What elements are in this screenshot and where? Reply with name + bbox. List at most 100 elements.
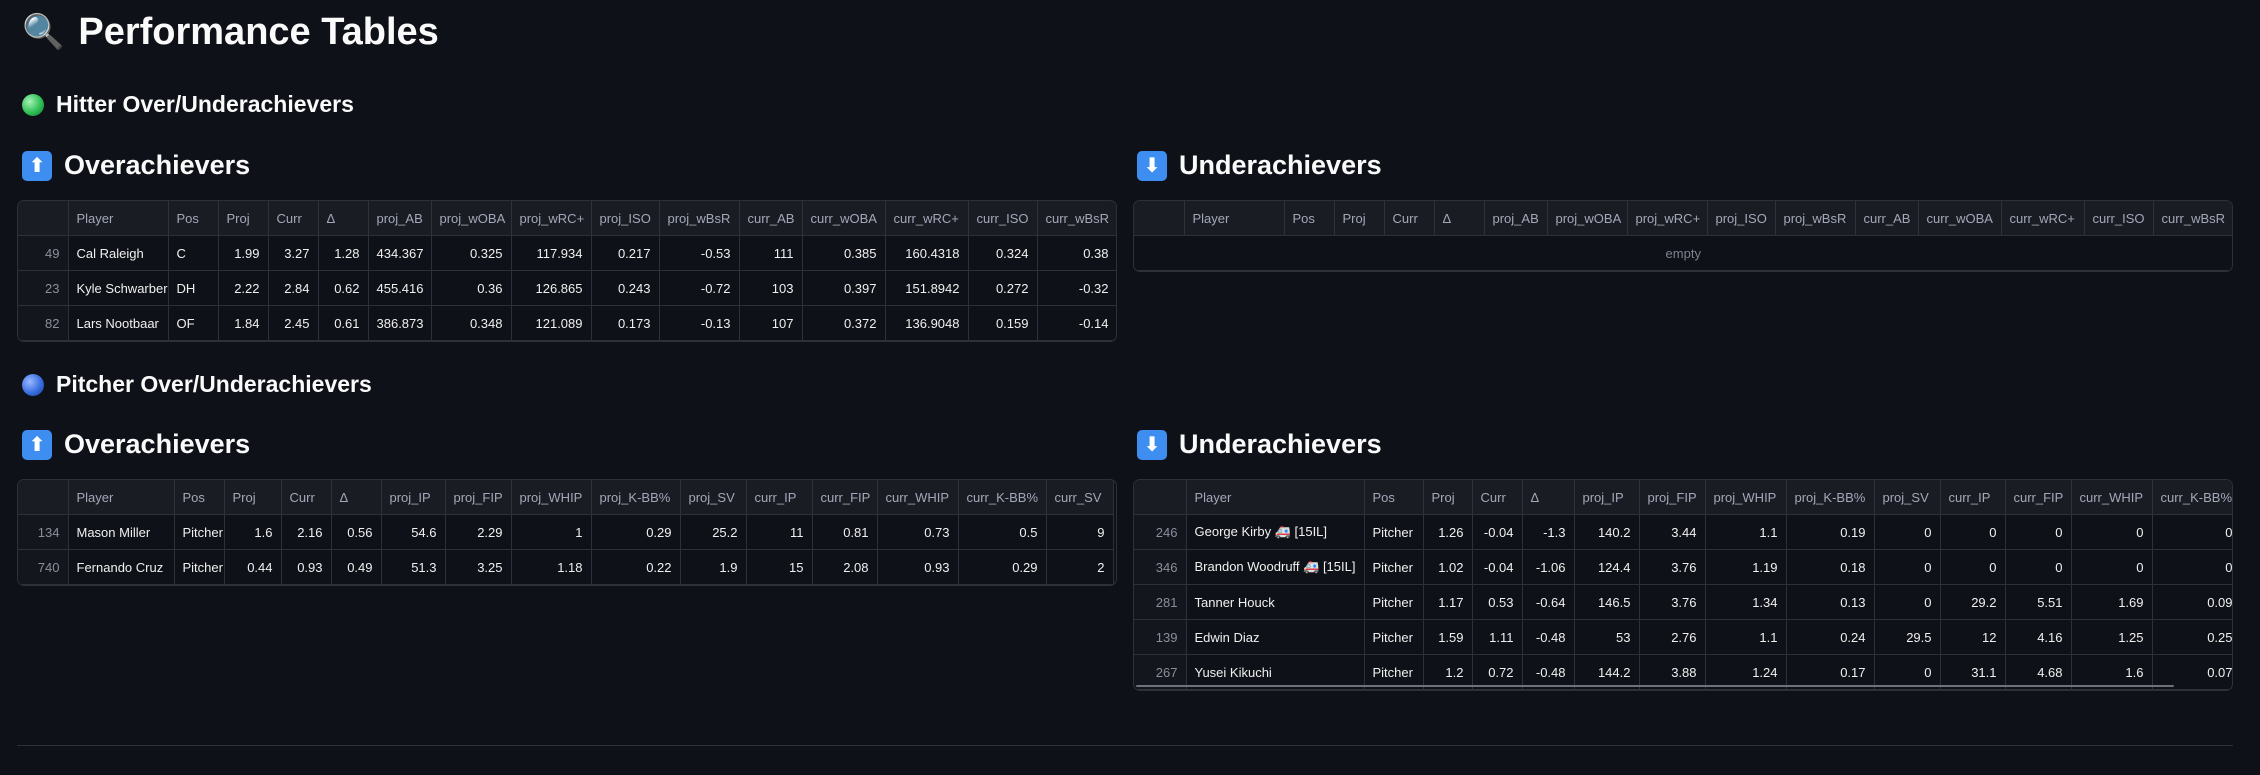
table-row[interactable]: 23 Kyle Schwarber DH 2.22 2.84 0.62 455.416 0.3… (18, 270, 1116, 306)
table-cell[interactable]: 0.22 (591, 549, 681, 585)
table-cell[interactable]: 0.173 (591, 305, 660, 341)
table-cell[interactable]: Tanner Houck (1186, 584, 1365, 620)
table-cell[interactable]: -0.64 (1522, 584, 1575, 620)
column-header[interactable]: proj_SV (1874, 480, 1941, 515)
table-cell[interactable]: 15 (746, 549, 813, 585)
table-cell[interactable]: 2.22 (218, 270, 269, 306)
column-header[interactable]: curr_SV (1046, 480, 1114, 515)
table-cell[interactable]: 126.865 (511, 270, 592, 306)
column-header[interactable]: proj_wOBA (1547, 201, 1628, 236)
table-cell[interactable]: -0.32 (1037, 270, 1116, 306)
table-cell[interactable]: 1.18 (511, 549, 592, 585)
table-cell[interactable]: 0 (1874, 584, 1941, 620)
table-cell[interactable]: 0 (1874, 549, 1941, 585)
table-cell[interactable]: 2 (1046, 549, 1114, 585)
column-header[interactable]: Player (68, 480, 175, 515)
table-cell[interactable]: DH (168, 270, 219, 306)
column-header[interactable]: proj_ISO (591, 201, 660, 236)
table-cell[interactable]: 25.2 (680, 514, 747, 550)
column-header[interactable]: Curr (1472, 480, 1523, 515)
column-header[interactable]: proj_wRC+ (511, 201, 592, 236)
column-header[interactable]: proj_wRC+ (1627, 201, 1708, 236)
column-header[interactable]: proj_WHIP (511, 480, 592, 515)
table-cell[interactable]: 1.59 (1423, 619, 1473, 655)
column-header[interactable]: curr_wBsR (2153, 201, 2232, 236)
table-cell[interactable]: -1.3 (1522, 514, 1575, 550)
table-cell[interactable]: 0.18 (1786, 549, 1875, 585)
table-cell[interactable]: 0 (1874, 514, 1941, 550)
table-row[interactable]: 281 Tanner Houck Pitcher 1.17 0.53 -0.64 146.5… (1134, 584, 2232, 620)
table-cell[interactable]: 54.6 (381, 514, 446, 550)
row-index[interactable]: 281 (1134, 584, 1187, 620)
table-cell[interactable]: 103 (739, 270, 803, 306)
table-cell[interactable]: -0.04 (1472, 549, 1523, 585)
table-cell[interactable]: 151.8942 (885, 270, 969, 306)
table-cell[interactable]: 0.62 (318, 270, 369, 306)
table-cell[interactable]: 9 (1046, 514, 1114, 550)
table-cell[interactable]: 29.2 (1940, 584, 2006, 620)
table-cell[interactable]: 0.81 (812, 514, 878, 550)
table-cell[interactable]: 1.69 (2071, 584, 2153, 620)
table-cell[interactable]: 455.416 (368, 270, 432, 306)
column-header[interactable]: Δ (1522, 480, 1575, 515)
table-cell[interactable]: 1.1 (1705, 619, 1787, 655)
table-cell[interactable]: 107 (739, 305, 803, 341)
table-cell[interactable]: Kyle Schwarber (68, 270, 169, 306)
column-header[interactable]: curr_ISO (968, 201, 1038, 236)
table-cell[interactable]: 140.2 (1574, 514, 1640, 550)
table-cell[interactable]: 0 (1940, 514, 2006, 550)
table-cell[interactable]: 0 (2005, 514, 2072, 550)
horizontal-scrollbar[interactable] (1136, 685, 2174, 687)
column-header[interactable]: Proj (1334, 201, 1385, 236)
table-cell[interactable]: -0.72 (659, 270, 740, 306)
table-cell[interactable]: 0.5 (958, 514, 1047, 550)
table-cell[interactable]: 1.28 (318, 235, 369, 271)
column-header[interactable]: Pos (1284, 201, 1335, 236)
table-cell[interactable]: 1.11 (1472, 619, 1523, 655)
table-cell[interactable]: 0.13 (1786, 584, 1875, 620)
table-cell[interactable]: 51.3 (381, 549, 446, 585)
pitcher-under-table[interactable]: Player Pos Proj Curr Δproj_IP proj_FIP proj_WH… (1133, 479, 2233, 691)
table-cell[interactable]: 0.324 (968, 235, 1038, 271)
table-row[interactable]: 49 Cal Raleigh C 1.99 3.27 1.28 434.367 0.325 11… (18, 235, 1116, 271)
column-header[interactable]: curr_ISO (2084, 201, 2154, 236)
table-cell[interactable]: 0.272 (968, 270, 1038, 306)
table-row[interactable]: 139 Edwin Diaz Pitcher 1.59 1.11 -0.48 53 2.76 1… (1134, 619, 2232, 655)
table-cell[interactable]: 3.76 (1639, 549, 1706, 585)
table-cell[interactable]: 2.45 (268, 305, 319, 341)
column-header[interactable]: proj_AB (1484, 201, 1548, 236)
table-cell[interactable]: Pitcher (1364, 549, 1424, 585)
column-header[interactable]: Proj (218, 201, 269, 236)
column-header[interactable]: Δ (318, 201, 369, 236)
table-cell[interactable]: 0 (2152, 549, 2232, 585)
table-cell[interactable]: 2.84 (268, 270, 319, 306)
column-header[interactable]: curr_wBsR (1037, 201, 1116, 236)
table-cell[interactable]: 53 (1574, 619, 1640, 655)
table-cell[interactable]: 1.9 (680, 549, 747, 585)
table-cell[interactable]: 2.76 (1639, 619, 1706, 655)
table-cell[interactable]: 0.372 (802, 305, 886, 341)
table-cell[interactable]: 124.4 (1574, 549, 1640, 585)
row-index[interactable]: 740 (18, 549, 69, 585)
row-index[interactable]: 246 (1134, 514, 1187, 550)
column-header[interactable]: Δ (331, 480, 382, 515)
column-header[interactable]: Pos (174, 480, 225, 515)
column-header[interactable]: Curr (1384, 201, 1435, 236)
table-cell[interactable]: 1 (511, 514, 592, 550)
table-cell[interactable]: 0.29 (958, 549, 1047, 585)
column-header[interactable]: proj_WHIP (1705, 480, 1787, 515)
table-cell[interactable]: 386.873 (368, 305, 432, 341)
table-cell[interactable]: 0.24 (1786, 619, 1875, 655)
column-header[interactable]: Pos (168, 201, 219, 236)
column-header[interactable] (18, 201, 69, 236)
table-cell[interactable]: 0 (2071, 549, 2153, 585)
table-cell[interactable]: 117.934 (511, 235, 592, 271)
column-header[interactable]: curr_wRC+ (2001, 201, 2085, 236)
table-row[interactable]: 346 Brandon Woodruff 🚑 [15IL] Pitcher 1.02-… (1134, 549, 2232, 585)
table-cell[interactable]: 0.93 (877, 549, 959, 585)
table-cell[interactable]: 0.217 (591, 235, 660, 271)
column-header[interactable]: curr_AB (739, 201, 803, 236)
table-cell[interactable]: 0.38 (1037, 235, 1116, 271)
column-header[interactable]: proj_AB (368, 201, 432, 236)
table-cell[interactable]: 0.159 (968, 305, 1038, 341)
